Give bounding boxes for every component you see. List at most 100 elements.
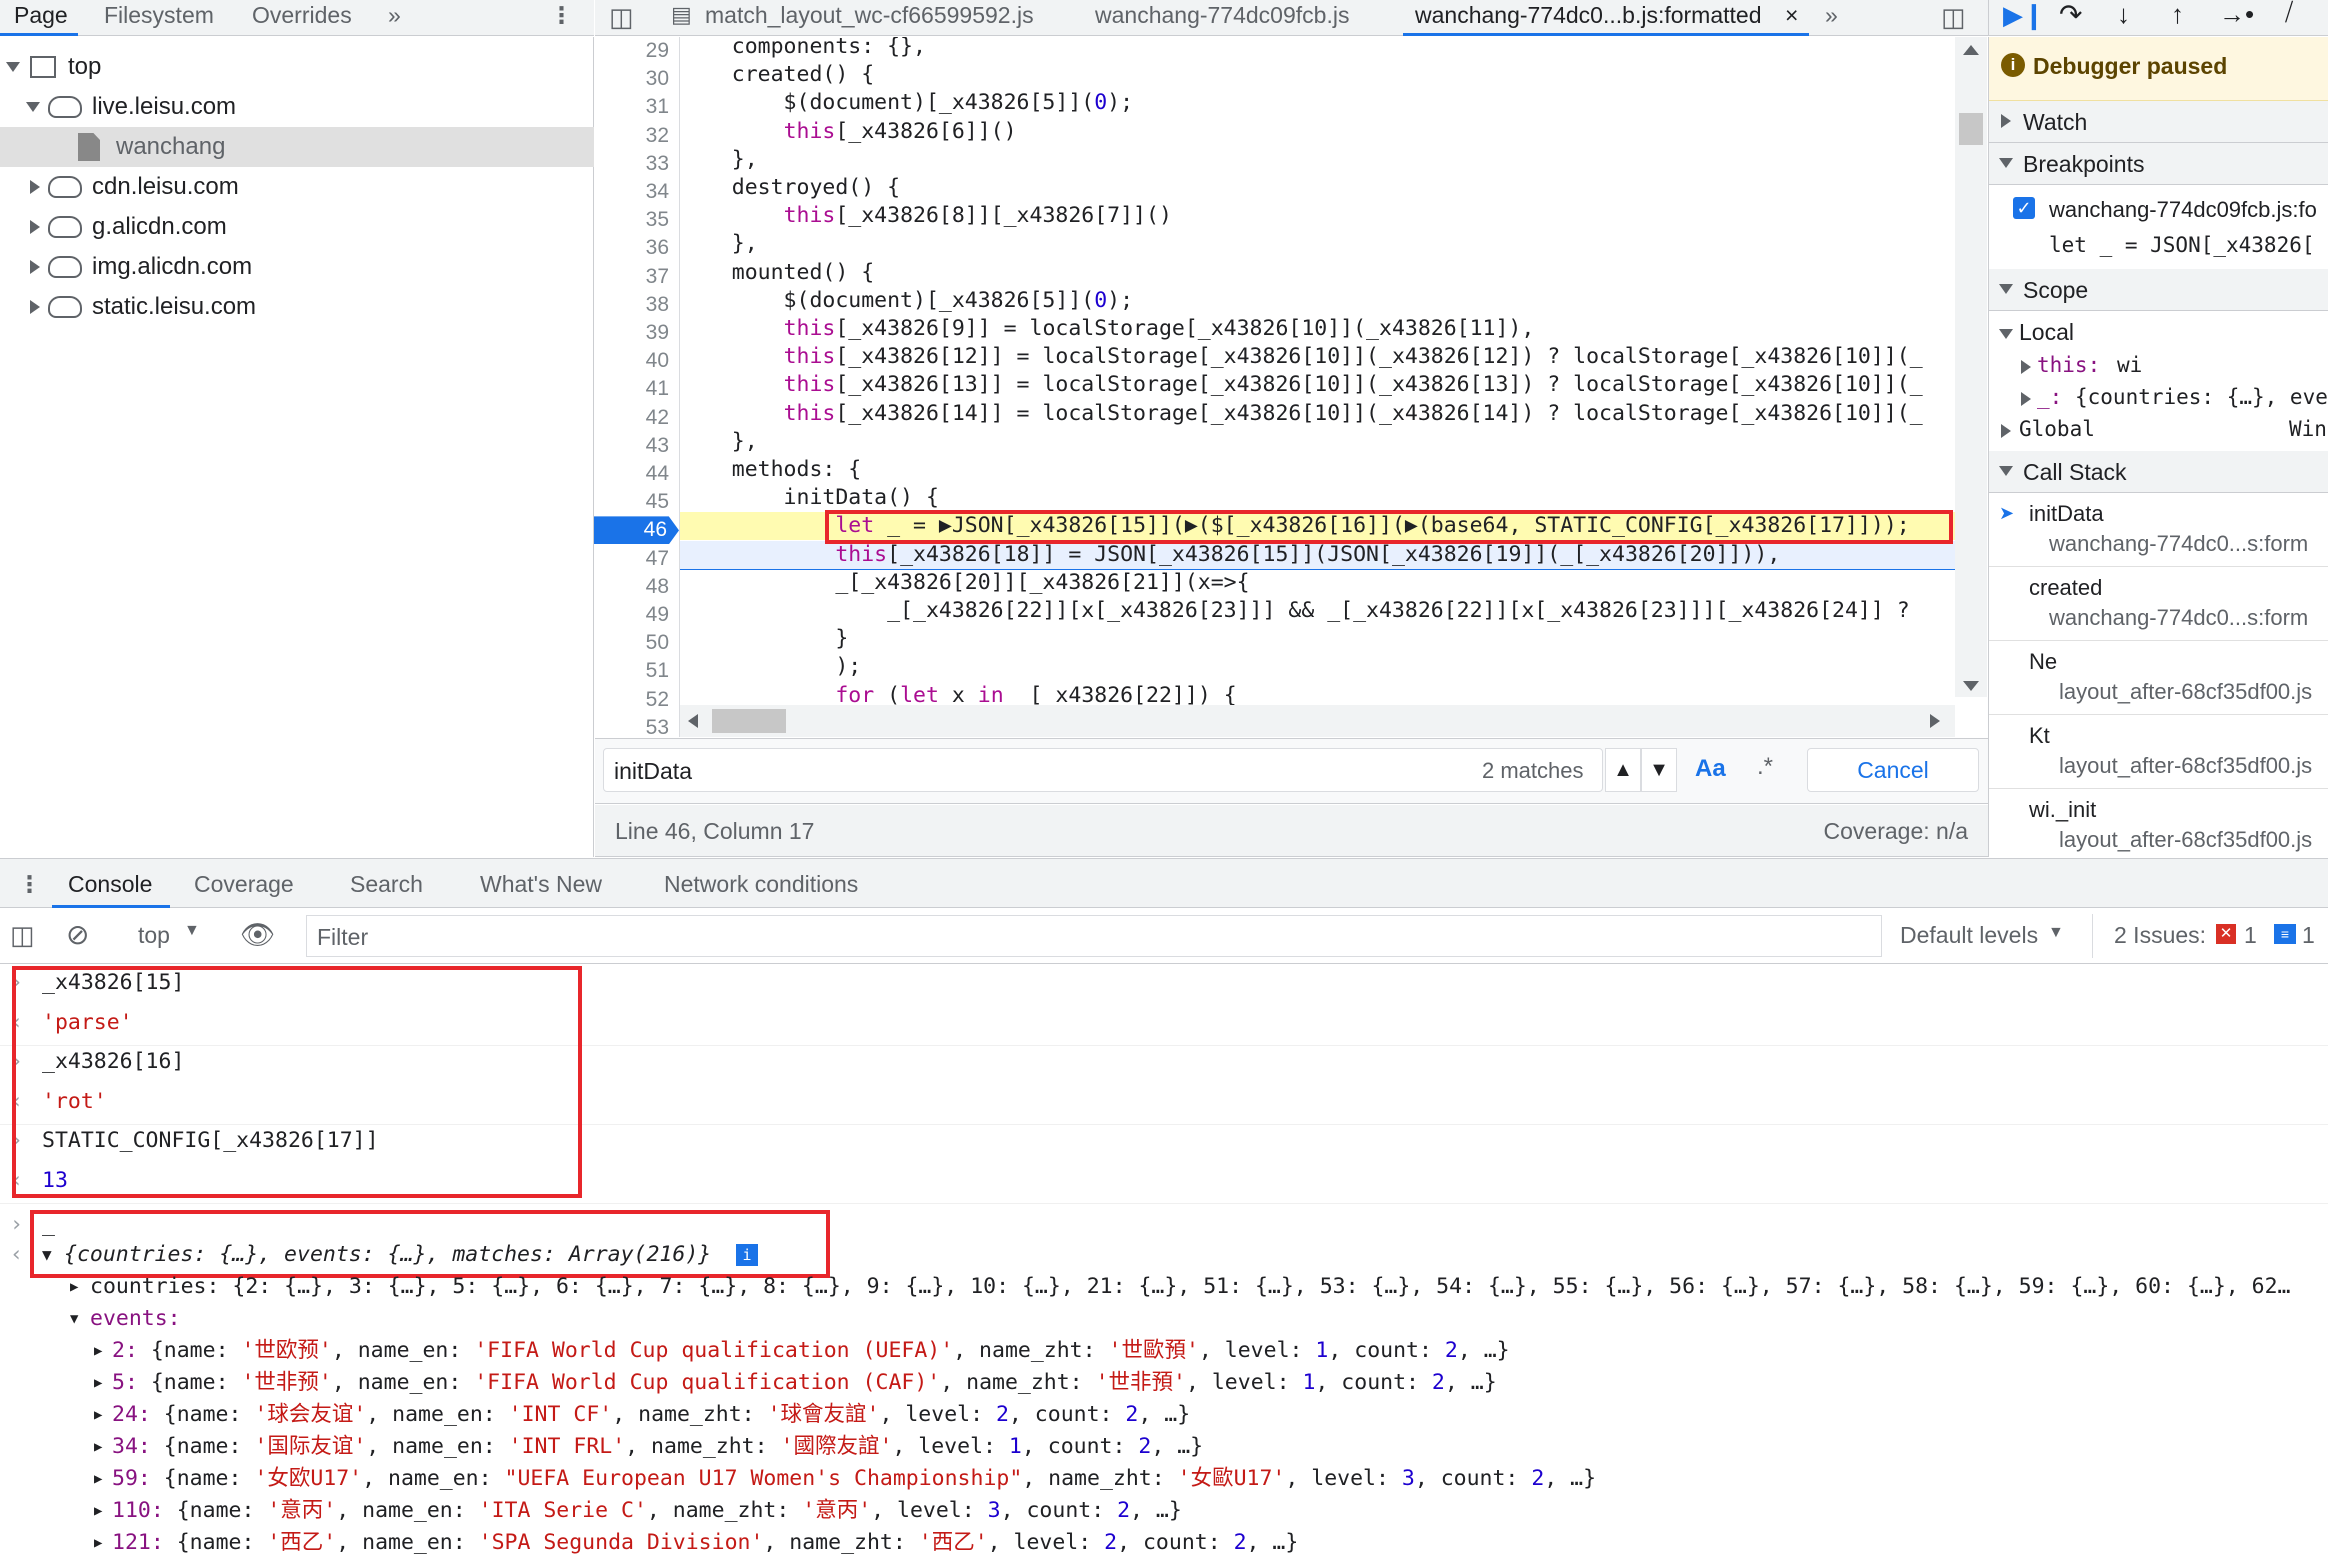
issues-button[interactable]: 2 Issues: [2114,922,2206,949]
log-levels-dropdown[interactable]: Default levels [1900,922,2038,949]
filter-input[interactable]: Filter [306,915,1882,957]
resume-icon[interactable]: ▶❙ [2003,0,2045,31]
context-selector[interactable]: top [138,922,170,949]
line-number[interactable]: 36 [646,234,669,262]
breakpoint-marker[interactable]: 46 [594,516,679,545]
line-number[interactable]: 50 [646,629,669,657]
chevron-down-icon[interactable]: ▼ [2048,924,2064,942]
tab-console[interactable]: Console [68,871,152,898]
section-call-stack[interactable]: Call Stack [1989,451,2328,493]
event-entry[interactable]: ▶ 121: {name: '西乙', name_en: 'SPA Segunda… [0,1528,2328,1554]
toggle-debugger-icon[interactable]: ◫ [1941,2,1966,33]
line-number[interactable]: 45 [646,488,669,516]
tab-whats-new[interactable]: What's New [480,871,602,898]
line-number[interactable]: 47 [646,545,669,573]
line-number[interactable]: 29 [646,37,669,65]
close-tab-icon[interactable]: × [1785,2,1798,29]
line-number[interactable]: 52 [646,686,669,714]
call-frame[interactable]: Ne layout_after-68cf35df00.js [1989,641,2328,715]
scope-local[interactable]: Local [1989,317,2328,351]
line-number[interactable]: 48 [646,573,669,601]
scope-global[interactable]: Global Win [1989,415,2328,447]
tree-item-g-alicdn[interactable]: g.alicdn.com [0,207,594,247]
event-entry[interactable]: ▶ 59: {name: '女欧U17', name_en: "UEFA Euro… [0,1464,2328,1496]
editor-tab-match-layout[interactable]: match_layout_wc-cf66599592.js [705,2,1034,29]
line-number[interactable]: 38 [646,291,669,319]
step-out-icon[interactable]: ↑ [2171,0,2184,30]
cloud-icon [48,296,82,318]
more-tabs-icon[interactable]: » [1825,2,1838,29]
line-number[interactable]: 31 [646,93,669,121]
regex-button[interactable]: .* [1757,753,1773,781]
vertical-scrollbar[interactable] [1955,37,1987,697]
event-entry[interactable]: ▶ 2: {name: '世欧预', name_en: 'FIFA World C… [0,1336,2328,1368]
section-watch[interactable]: Watch [1989,101,2328,143]
drawer-menu-icon[interactable]: ⋮ [18,871,41,898]
match-case-button[interactable]: Aa [1695,755,1726,783]
call-frame[interactable]: ➤ initData wanchang-774dc0...s:form [1989,493,2328,567]
section-scope[interactable]: Scope [1989,269,2328,311]
tab-filesystem[interactable]: Filesystem [104,2,214,29]
next-match-icon[interactable]: ▼ [1641,748,1677,792]
deactivate-breakpoints-icon[interactable]: ⧸ [2285,0,2293,27]
code-editor[interactable]: components: {}, created() { $(document)[… [680,37,1955,737]
line-number[interactable]: 49 [646,601,669,629]
line-number[interactable]: 51 [646,657,669,685]
editor-tab-wanchang[interactable]: wanchang-774dc09fcb.js [1095,2,1349,29]
line-number[interactable]: 41 [646,375,669,403]
tree-item-cdn-leisu[interactable]: cdn.leisu.com [0,167,594,207]
step-into-icon[interactable]: ↓ [2117,0,2130,30]
scope-underscore[interactable]: _: {countries: {…}, eve [1989,383,2328,415]
call-frame[interactable]: Kt layout_after-68cf35df00.js [1989,715,2328,789]
line-number[interactable]: 44 [646,460,669,488]
kebab-menu-icon[interactable]: ⋮ [550,2,573,29]
section-breakpoints[interactable]: Breakpoints [1989,143,2328,185]
tab-search[interactable]: Search [350,871,423,898]
event-entry[interactable]: ▶ 5: {name: '世非预', name_en: 'FIFA World C… [0,1368,2328,1400]
chevron-down-icon[interactable]: ▼ [184,922,200,940]
line-number[interactable]: 32 [646,122,669,150]
frame-location: wanchang-774dc0...s:form [2049,605,2309,630]
event-entry[interactable]: ▶ 110: {name: '意丙', name_en: 'ITA Serie C… [0,1496,2328,1528]
call-frame[interactable]: wi._init layout_after-68cf35df00.js [1989,789,2328,857]
step-icon[interactable]: →• [2219,0,2254,30]
line-number[interactable]: 39 [646,319,669,347]
tree-item-static-leisu[interactable]: static.leisu.com [0,287,594,327]
code-line: } [680,626,849,652]
cloud-icon [48,176,82,198]
tab-overrides[interactable]: Overrides [252,2,352,29]
line-number[interactable]: 37 [646,263,669,291]
cancel-button[interactable]: Cancel [1807,748,1979,792]
breakpoint-checkbox[interactable]: ✓ [2013,197,2035,219]
line-number[interactable]: 30 [646,65,669,93]
sidebar-toggle-icon[interactable]: ◫ [10,920,35,951]
line-number[interactable]: 35 [646,206,669,234]
event-entry[interactable]: ▶ 24: {name: '球会友谊', name_en: 'INT CF', n… [0,1400,2328,1432]
horizontal-scrollbar[interactable] [680,705,1955,737]
tree-item-live-leisu[interactable]: live.leisu.com [0,87,594,127]
step-over-icon[interactable]: ↷ [2059,0,2082,31]
tree-item-top[interactable]: top [0,47,594,87]
previous-match-icon[interactable]: ▲ [1605,748,1641,792]
call-frame[interactable]: created wanchang-774dc0...s:form [1989,567,2328,641]
event-entry[interactable]: ▶ 34: {name: '国际友谊', name_en: 'INT FRL', … [0,1432,2328,1464]
tab-network-conditions[interactable]: Network conditions [664,871,858,898]
line-number[interactable]: 33 [646,150,669,178]
more-tabs-icon[interactable]: » [388,2,401,29]
tree-item-wanchang[interactable]: wanchang [0,127,594,167]
clear-console-icon[interactable]: ⊘ [66,918,89,951]
tree-item-img-alicdn[interactable]: img.alicdn.com [0,247,594,287]
tab-page[interactable]: Page [14,2,68,29]
line-number[interactable]: 40 [646,347,669,375]
tab-coverage[interactable]: Coverage [194,871,294,898]
code-line: this[_x43826[6]]() [783,118,1017,144]
toggle-navigator-icon[interactable]: ◫ [609,2,634,33]
line-number[interactable]: 43 [646,432,669,460]
editor-tab-wanchang-formatted[interactable]: wanchang-774dc0...b.js:formatted [1415,2,1761,29]
scope-this[interactable]: this: wi [1989,351,2328,383]
line-number[interactable]: 42 [646,404,669,432]
console-log[interactable]: › _x43826[15] ‹'parse' › _x43826[16] ‹'rot' › S… [0,964,2328,1554]
line-number[interactable]: 34 [646,178,669,206]
eye-icon[interactable]: 👁 [240,918,276,951]
search-input[interactable]: initData 2 matches [603,748,1603,792]
